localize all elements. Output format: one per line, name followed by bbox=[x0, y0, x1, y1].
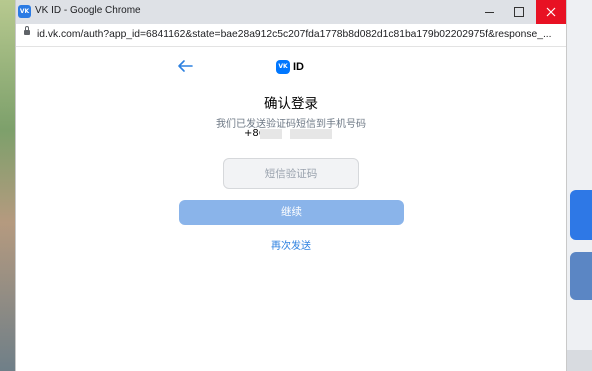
window-title: VK ID - Google Chrome bbox=[35, 5, 141, 16]
address-bar[interactable]: id.vk.com/auth?app_id=6841162&state=bae2… bbox=[16, 24, 566, 47]
sms-code-input[interactable] bbox=[223, 158, 359, 189]
minimize-button[interactable] bbox=[476, 0, 502, 24]
back-arrow-icon[interactable] bbox=[177, 59, 193, 73]
close-button[interactable] bbox=[536, 0, 566, 24]
vk-id-login-page: VK ID 确认登录 我们已发送验证码短信到手机号码 +86 继续 再次发送 bbox=[16, 47, 566, 371]
title-bar[interactable]: VK VK ID - Google Chrome bbox=[16, 0, 566, 24]
vk-id-logo: VK ID bbox=[276, 60, 304, 74]
phone-number-blur bbox=[290, 129, 332, 139]
continue-button[interactable]: 继续 bbox=[179, 200, 404, 225]
url-text[interactable]: id.vk.com/auth?app_id=6841162&state=bae2… bbox=[37, 29, 552, 40]
background-bottom-bar bbox=[566, 350, 592, 371]
page-title: 确认登录 bbox=[264, 96, 318, 112]
desktop-background bbox=[0, 0, 16, 371]
maximize-icon bbox=[514, 7, 524, 17]
minimize-icon bbox=[484, 11, 494, 13]
sms-sent-message: 我们已发送验证码短信到手机号码 bbox=[216, 119, 366, 130]
phone-number-blur bbox=[260, 129, 282, 139]
lock-icon[interactable] bbox=[24, 26, 30, 35]
vk-logo-icon: VK bbox=[276, 60, 290, 74]
close-icon bbox=[546, 7, 556, 17]
maximize-button[interactable] bbox=[506, 0, 532, 24]
background-blue-panel bbox=[570, 190, 592, 240]
browser-window: VK VK ID - Google Chrome id.vk.com/auth?… bbox=[16, 0, 566, 371]
vk-app-icon: VK bbox=[18, 5, 31, 18]
resend-link[interactable]: 再次发送 bbox=[16, 237, 566, 252]
background-blue-panel bbox=[570, 252, 592, 300]
logo-text: ID bbox=[293, 61, 304, 73]
background-window bbox=[566, 0, 592, 371]
